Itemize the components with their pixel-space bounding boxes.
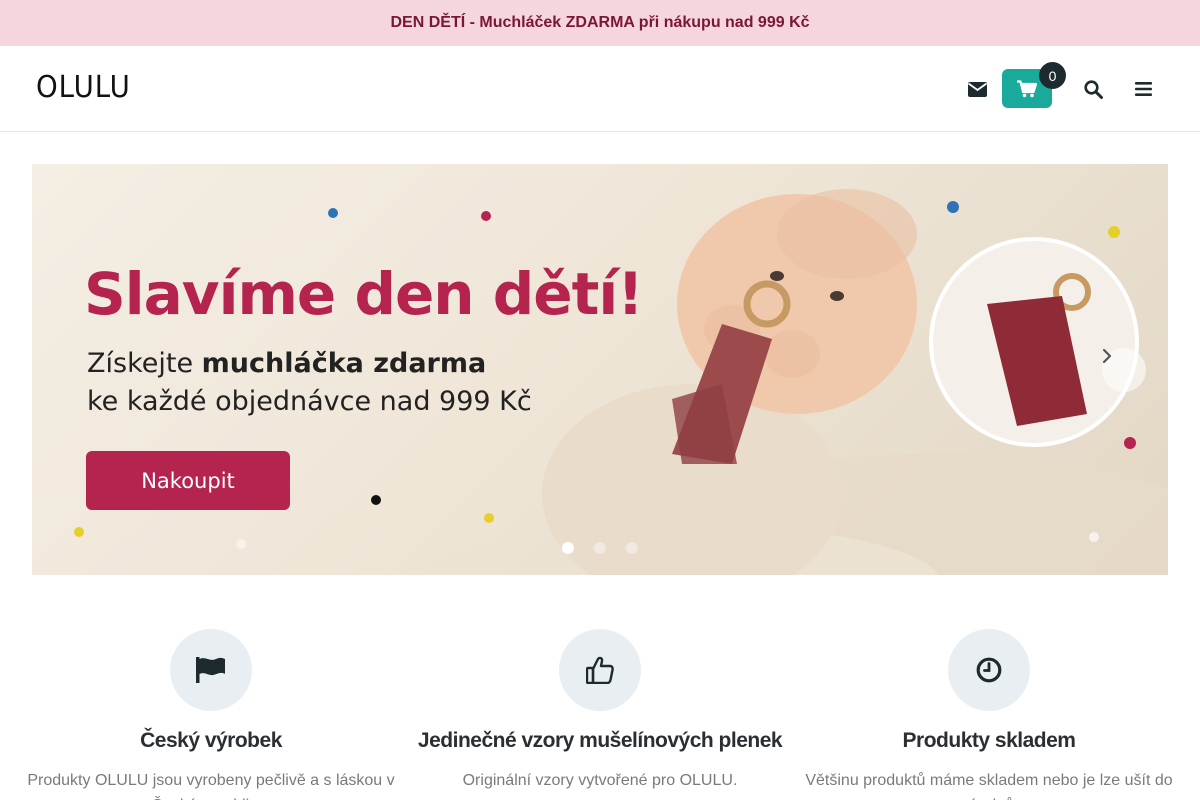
banner-subtitle-prefix: Získejte bbox=[87, 348, 202, 379]
site-header: OLULU 0 bbox=[0, 46, 1200, 132]
feature-unique-patterns: Jedinečné vzory mušelínových plenek Orig… bbox=[410, 629, 790, 793]
carousel-dot-2[interactable] bbox=[594, 542, 606, 554]
envelope-icon bbox=[967, 81, 987, 97]
banner-subtitle: Získejte muchláčka zdarma bbox=[87, 348, 486, 379]
carousel-dot-3[interactable] bbox=[626, 542, 638, 554]
feature-title: Produkty skladem bbox=[902, 729, 1076, 752]
promo-text: DEN DĚTÍ - Muchláček ZDARMA při nákupu n… bbox=[390, 14, 810, 31]
shop-now-button[interactable]: Nakoupit bbox=[86, 451, 290, 510]
feature-title: Jedinečné vzory mušelínových plenek bbox=[417, 729, 783, 752]
feature-text: Většinu produktů máme skladem nebo je lz… bbox=[805, 772, 1173, 800]
carousel-next-button[interactable] bbox=[1102, 348, 1146, 392]
feature-title: Český výrobek bbox=[140, 729, 282, 752]
feature-icon-circle bbox=[948, 629, 1030, 711]
feature-icon-circle bbox=[559, 629, 641, 711]
cart-count-badge: 0 bbox=[1039, 62, 1066, 89]
hero-banner[interactable]: Slavíme den dětí! Získejte muchláčka zda… bbox=[32, 164, 1168, 575]
menu-button[interactable] bbox=[1128, 74, 1158, 104]
banner-title: Slavíme den dětí! bbox=[84, 260, 644, 328]
search-icon bbox=[1083, 79, 1103, 99]
feature-text: Produkty OLULU jsou vyrobeny pečlivě a s… bbox=[27, 772, 395, 800]
feature-in-stock: Produkty skladem Většinu produktů máme s… bbox=[799, 629, 1179, 800]
promo-bar: DEN DĚTÍ - Muchláček ZDARMA při nákupu n… bbox=[0, 0, 1200, 46]
logo[interactable]: OLULU bbox=[36, 70, 131, 105]
feature-text: Originální vzory vytvořené pro OLULU. bbox=[462, 772, 738, 789]
chevron-right-icon bbox=[1102, 348, 1112, 364]
banner-subtitle-2: ke každé objednávce nad 999 Kč bbox=[87, 386, 532, 417]
clock-icon bbox=[976, 657, 1002, 683]
feature-icon-circle bbox=[170, 629, 252, 711]
search-button[interactable] bbox=[1078, 74, 1108, 104]
contact-button[interactable] bbox=[962, 74, 992, 104]
thumbs-up-icon bbox=[586, 656, 614, 684]
flag-icon bbox=[196, 657, 225, 683]
feature-czech-product: Český výrobek Produkty OLULU jsou vyrobe… bbox=[21, 629, 401, 800]
carousel-dot-1[interactable] bbox=[562, 542, 574, 554]
menu-icon bbox=[1134, 82, 1152, 96]
banner-subtitle-bold: muchláčka zdarma bbox=[201, 348, 487, 379]
cart-icon bbox=[1017, 79, 1037, 97]
